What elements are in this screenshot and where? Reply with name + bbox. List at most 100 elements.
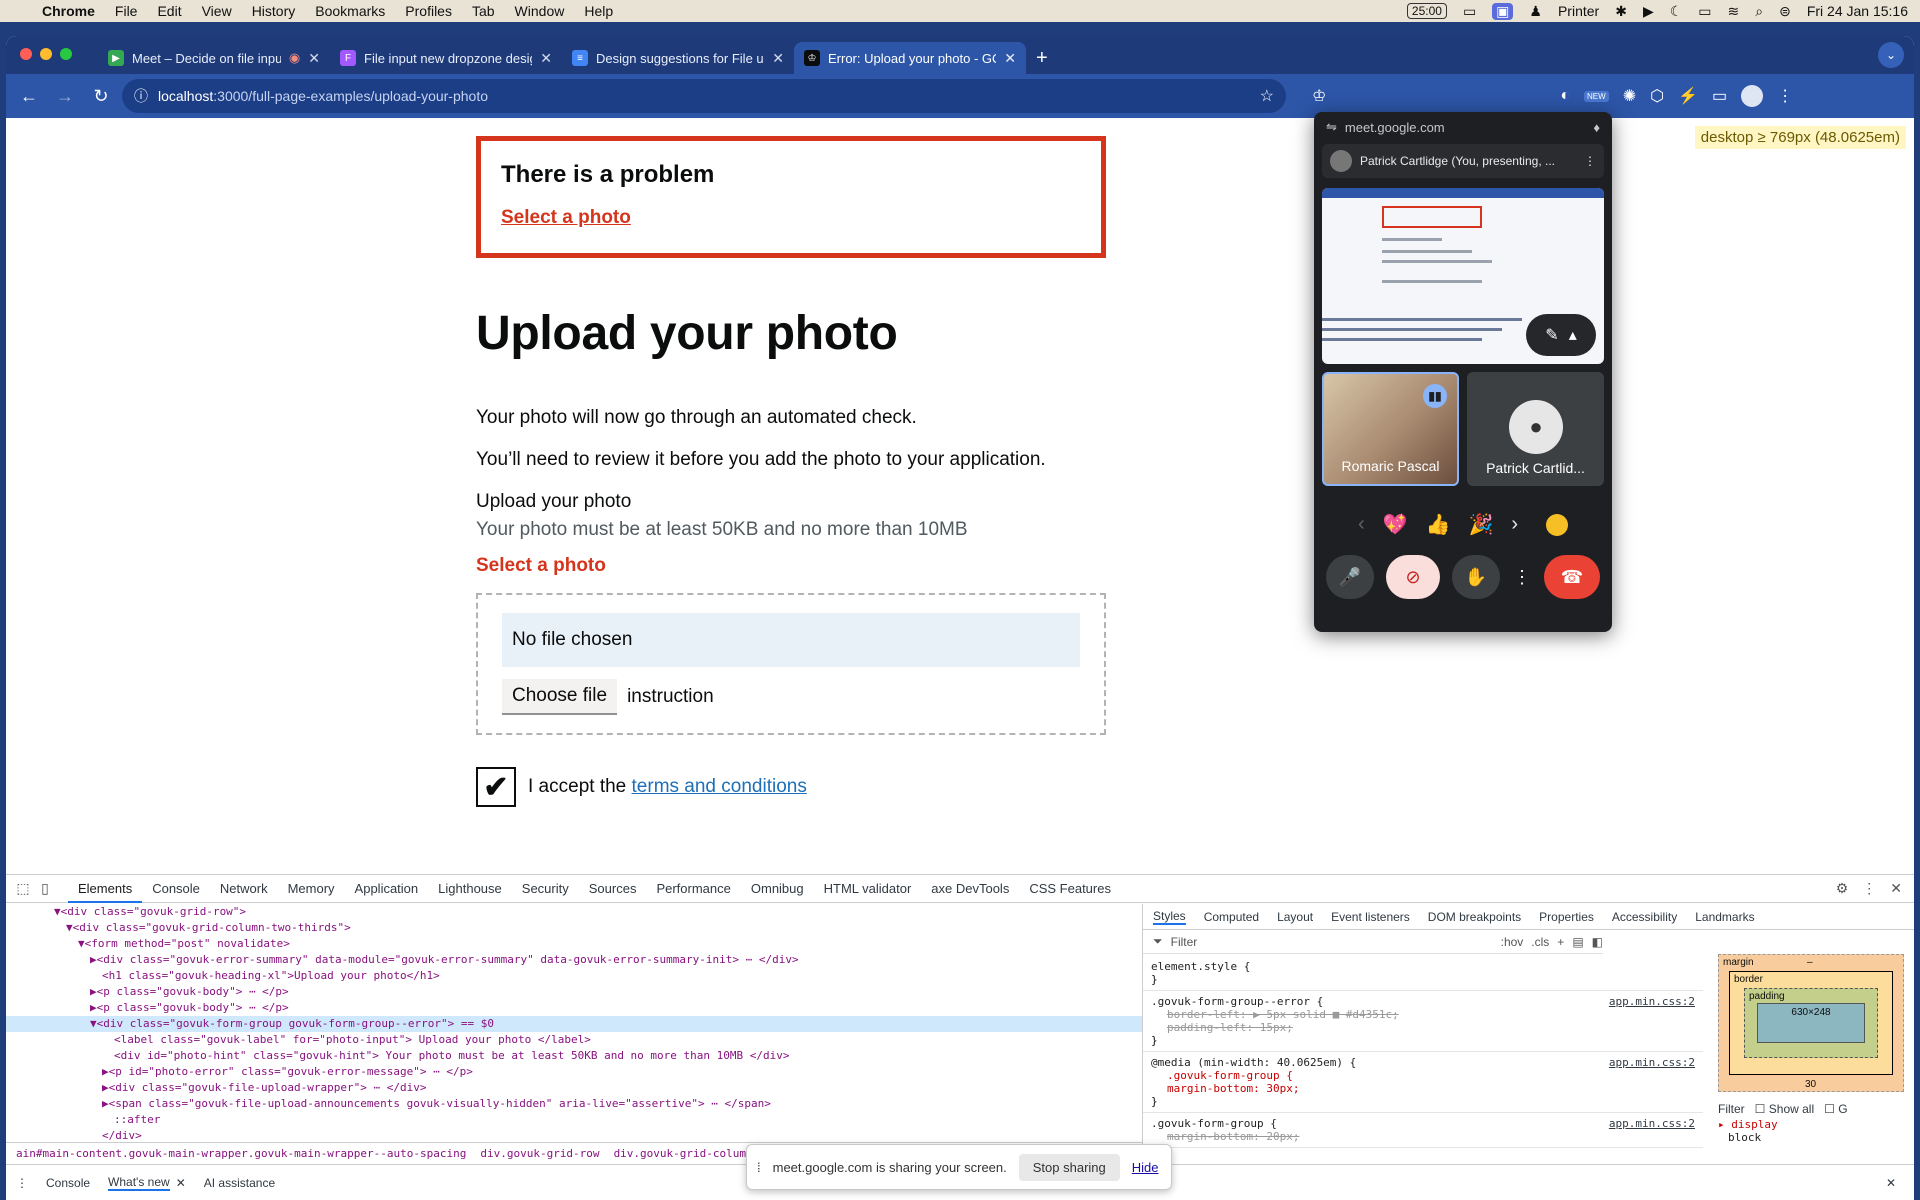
close-tab-icon[interactable]: ✕ (1004, 50, 1016, 67)
new-tab-button[interactable]: + (1026, 47, 1058, 70)
profile-avatar[interactable] (1741, 85, 1764, 107)
styles-filter-input[interactable]: Filter (1171, 935, 1493, 949)
styles-tab-event-listeners[interactable]: Event listeners (1331, 910, 1410, 924)
styles-tab-layout[interactable]: Layout (1277, 910, 1313, 924)
tab-meet[interactable]: ▶ Meet – Decide on file inpu ◉ ✕ (98, 42, 330, 74)
computed-property[interactable]: ▸ display block (1718, 1118, 1778, 1144)
device-toolbar-icon[interactable]: ▯ (34, 880, 56, 897)
thumbs-up-reaction[interactable]: 👍 (1426, 512, 1451, 537)
pomodoro-timer[interactable]: 25:00 (1406, 3, 1447, 19)
menu-file[interactable]: File (115, 3, 138, 19)
close-tab-icon[interactable]: ✕ (772, 50, 784, 67)
skin-tone-picker[interactable] (1546, 513, 1569, 536)
close-icon[interactable]: ✕ (1890, 880, 1902, 897)
devtools-tab-html-validator[interactable]: HTML validator (814, 875, 922, 903)
drawer-tab-whats-new[interactable]: What's new (108, 1175, 170, 1191)
participant-tile-video[interactable]: ▮▮ Romaric Pascal (1322, 372, 1459, 486)
search-icon[interactable]: ⌕ (1755, 3, 1763, 20)
moon-icon[interactable]: ☾ (1670, 3, 1683, 20)
extension-icon[interactable]: ✺ (1623, 86, 1636, 106)
paint-icon[interactable]: ▤ (1572, 935, 1583, 949)
terms-checkbox[interactable]: ✔ (476, 767, 516, 807)
styles-tab-accessibility[interactable]: Accessibility (1612, 910, 1677, 924)
extension-icon[interactable]: ⚡ (1678, 86, 1698, 106)
style-rule[interactable]: .govuk-form-group {app.min.css:2 margin-b… (1143, 1113, 1703, 1148)
stop-sharing-button[interactable]: Stop sharing (1018, 1153, 1120, 1181)
rule-declaration[interactable]: margin-bottom: 30px; (1151, 1082, 1695, 1095)
close-icon[interactable]: ✕ (176, 1176, 186, 1190)
close-tab-icon[interactable]: ✕ (308, 50, 320, 67)
address-bar[interactable]: ⓘ localhost:3000/full-page-examples/uplo… (122, 79, 1286, 113)
battery-icon[interactable]: ▭ (1698, 3, 1711, 20)
menu-app-name[interactable]: Chrome (42, 3, 95, 19)
devtools-tab-sources[interactable]: Sources (579, 875, 647, 903)
dom-node-line[interactable]: ▼<div class="govuk-grid-column-two-third… (6, 920, 1142, 936)
menu-bookmarks[interactable]: Bookmarks (315, 3, 385, 19)
dom-node-line[interactable]: ▶<div class="govuk-file-upload-wrapper">… (6, 1080, 1142, 1096)
close-tab-icon[interactable]: ✕ (540, 50, 552, 67)
error-summary-link[interactable]: Select a photo (501, 207, 631, 228)
devtools-tab-css-features[interactable]: CSS Features (1019, 875, 1121, 903)
style-rule[interactable]: @media (min-width: 40.0625em) {app.min.c… (1143, 1052, 1703, 1113)
style-rule[interactable]: .govuk-form-group--error {app.min.css:2 b… (1143, 991, 1703, 1052)
devtools-tab-elements[interactable]: Elements (68, 875, 143, 903)
dom-node-line[interactable]: ▶<span class="govuk-file-upload-announce… (6, 1096, 1142, 1112)
menu-help[interactable]: Help (584, 3, 613, 19)
raise-hand-button[interactable]: ✋ (1452, 555, 1500, 599)
styles-tab-properties[interactable]: Properties (1539, 910, 1594, 924)
rule-declaration[interactable]: padding-left: 15px; (1151, 1021, 1695, 1034)
more-options-icon[interactable]: ⋮ (1512, 555, 1532, 599)
devtools-tab-omnibug[interactable]: Omnibug (741, 875, 814, 903)
devtools-tab-axe[interactable]: axe DevTools (921, 875, 1019, 903)
dom-node-line[interactable]: ▶<p class="govuk-body"> ⋯ </p> (6, 984, 1142, 1000)
screen-share-icon[interactable]: ▣ (1492, 2, 1514, 20)
caret-up-icon[interactable]: ▴ (1569, 325, 1577, 345)
dom-node-line[interactable]: ▶<p class="govuk-body"> ⋯ </p> (6, 1000, 1142, 1016)
tab-govuk-active[interactable]: ♔ Error: Upload your photo - GO ✕ (794, 42, 1026, 74)
styles-tab-landmarks[interactable]: Landmarks (1695, 910, 1754, 924)
rule-source-link[interactable]: app.min.css:2 (1609, 995, 1695, 1008)
chrome-menu-icon[interactable]: ⋮ (1777, 86, 1793, 106)
dom-node-line[interactable]: <div id="photo-hint" class="govuk-hint">… (6, 1048, 1142, 1064)
rule-source-link[interactable]: app.min.css:2 (1609, 1056, 1695, 1069)
menu-view[interactable]: View (202, 3, 232, 19)
drag-handle-icon[interactable]: ⁞ (757, 1160, 761, 1175)
extension-icon[interactable]: ◐ (1560, 87, 1570, 105)
camera-off-button[interactable]: ⊘ (1386, 555, 1440, 599)
chevron-left-icon[interactable]: ‹ (1358, 513, 1365, 536)
crumb[interactable]: div.govuk-grid-row (480, 1147, 599, 1160)
rule-declaration[interactable]: .govuk-form-group { (1151, 1069, 1695, 1082)
settings-gear-icon[interactable]: ⚙ (1836, 880, 1849, 897)
styles-tab-styles[interactable]: Styles (1153, 909, 1186, 925)
new-badge-icon[interactable]: NEW (1584, 90, 1609, 102)
devtools-tab-console[interactable]: Console (142, 875, 210, 903)
devtools-tab-network[interactable]: Network (210, 875, 278, 903)
devtools-tab-lighthouse[interactable]: Lighthouse (428, 875, 512, 903)
bluetooth-icon[interactable]: ✱ (1615, 3, 1627, 20)
close-window-button[interactable] (20, 48, 32, 60)
drawer-tab-ai[interactable]: AI assistance (204, 1176, 275, 1190)
devtools-tab-performance[interactable]: Performance (646, 875, 740, 903)
group-checkbox[interactable]: ☐ G (1824, 1102, 1847, 1116)
terms-link[interactable]: terms and conditions (632, 776, 807, 797)
site-info-icon[interactable]: ⓘ (134, 86, 148, 106)
tab-search-icon[interactable]: ⌄ (1878, 42, 1904, 68)
wifi-icon[interactable]: ≋ (1728, 3, 1740, 20)
tab-docs[interactable]: ≡ Design suggestions for File u ✕ (562, 42, 794, 74)
dom-node-line[interactable]: ▼<form method="post" novalidate> (6, 936, 1142, 952)
zoom-window-button[interactable] (60, 48, 72, 60)
styles-tab-computed[interactable]: Computed (1204, 910, 1259, 924)
computed-filter-input[interactable]: Filter (1718, 1102, 1745, 1116)
extension-icon[interactable]: ♔ (1312, 86, 1326, 106)
menu-history[interactable]: History (252, 3, 296, 19)
dom-node-line[interactable]: ▶<div class="govuk-error-summary" data-m… (6, 952, 1142, 968)
devtools-tab-security[interactable]: Security (512, 875, 579, 903)
inspect-icon[interactable]: ⬚ (12, 880, 34, 897)
cast-icon[interactable]: ▭ (1712, 86, 1727, 106)
party-reaction[interactable]: 🎉 (1468, 512, 1493, 537)
back-icon[interactable]: ← (14, 81, 44, 111)
reload-icon[interactable]: ↻ (86, 81, 116, 111)
microphone-button[interactable]: 🎤 (1326, 555, 1374, 599)
rule-declaration[interactable]: border-left: ▶ 5px solid ■ #d4351c; (1151, 1008, 1695, 1021)
drawer-menu-icon[interactable]: ⋮ (16, 1176, 28, 1190)
